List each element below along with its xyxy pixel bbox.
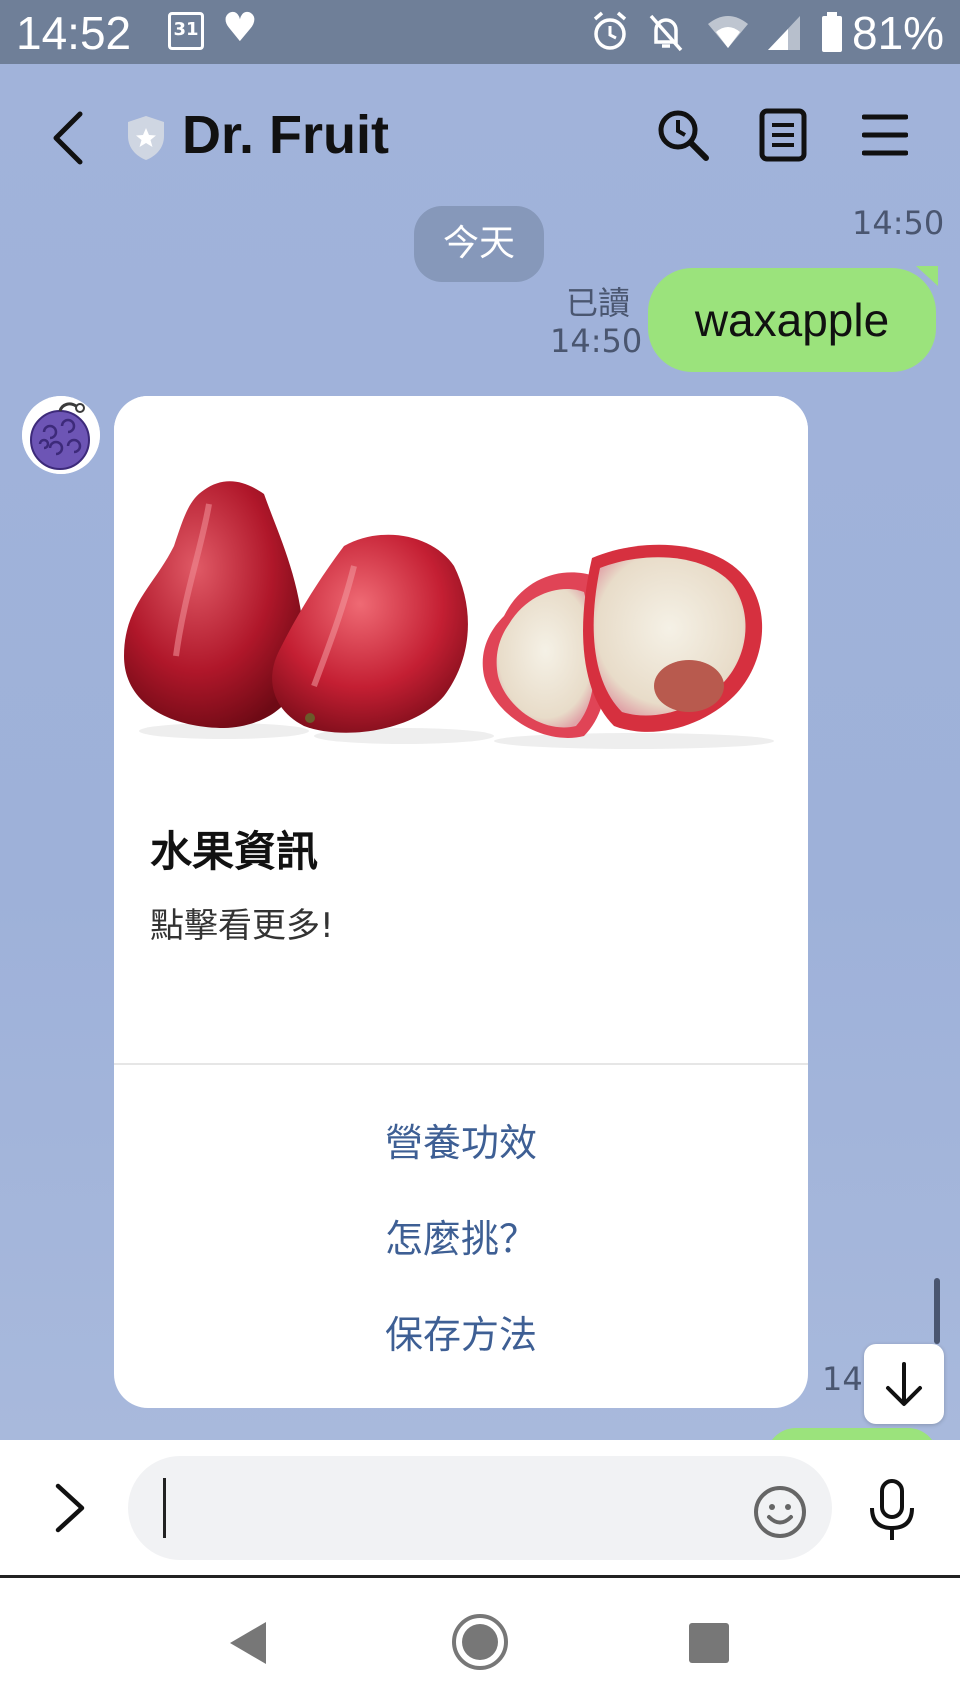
- scroll-to-bottom-button[interactable]: [864, 1344, 944, 1424]
- action-nutrition[interactable]: 營養功效: [114, 1112, 808, 1167]
- signal-icon: [768, 16, 800, 50]
- action-how-to-pick[interactable]: 怎麼挑？: [114, 1208, 808, 1263]
- scrollbar-thumb[interactable]: [934, 1278, 940, 1344]
- battery-percent: 81%: [852, 7, 945, 59]
- date-chip: 今天: [414, 206, 544, 282]
- text-caret: [163, 1478, 166, 1538]
- menu-icon[interactable]: [862, 112, 908, 158]
- action-storage[interactable]: 保存方法: [114, 1304, 808, 1359]
- status-bar: 14:52 31 ♥ 81%: [0, 0, 960, 64]
- bell-muted-icon: [649, 14, 683, 52]
- wifi-icon: [708, 16, 748, 48]
- microphone-icon[interactable]: [866, 1478, 918, 1542]
- arrow-down-icon: [886, 1362, 922, 1406]
- bot-avatar[interactable]: [22, 396, 100, 474]
- card-divider: [114, 1063, 808, 1065]
- devil-fruit-avatar-icon: [22, 396, 100, 474]
- card-title: 水果資訊: [150, 827, 319, 876]
- read-receipt-label: 已讀: [566, 284, 631, 322]
- chat-title: Dr. Fruit: [182, 105, 390, 165]
- battery-icon: [822, 12, 842, 52]
- calendar-icon: 31: [168, 12, 204, 50]
- read-receipt-time: 14:50: [550, 322, 643, 360]
- alarm-icon: [593, 11, 627, 50]
- heart-icon: ♥: [222, 5, 258, 51]
- message-input[interactable]: [128, 1456, 832, 1560]
- search-icon[interactable]: [656, 108, 710, 162]
- my-message-bubble[interactable]: waxapple: [648, 268, 936, 372]
- waxapple-image: [114, 396, 808, 816]
- nav-back-icon[interactable]: [226, 1620, 270, 1666]
- message-time: 14:50: [852, 204, 945, 242]
- card-subtitle: 點擊看更多!: [150, 906, 334, 946]
- status-time: 14:52: [16, 7, 132, 59]
- verified-shield-icon: [128, 116, 164, 160]
- back-arrow-icon[interactable]: [48, 108, 88, 168]
- emoji-icon[interactable]: [752, 1484, 808, 1540]
- nav-recents-icon[interactable]: [688, 1622, 730, 1664]
- expand-arrow-icon[interactable]: [52, 1480, 88, 1536]
- notes-icon[interactable]: [758, 108, 808, 162]
- nav-home-icon[interactable]: [450, 1612, 510, 1672]
